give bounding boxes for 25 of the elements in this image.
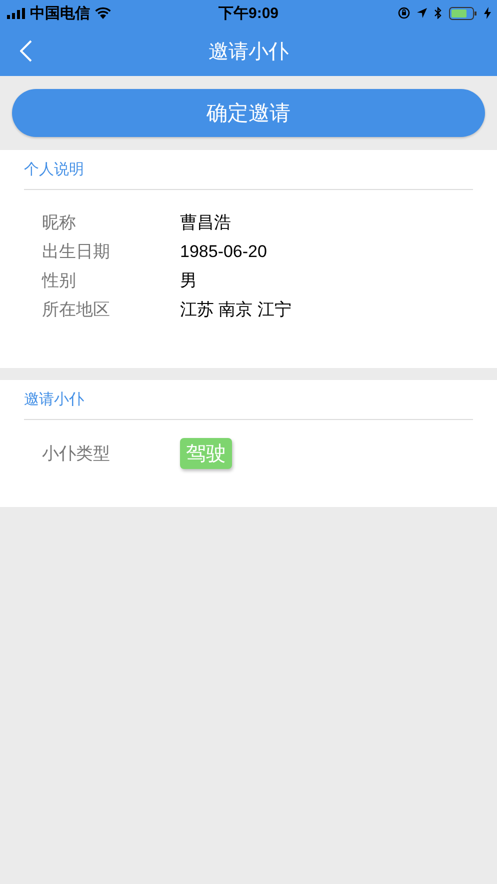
location-icon xyxy=(417,8,427,18)
field-value: 曹昌浩 xyxy=(180,212,231,234)
field-label: 小仆类型 xyxy=(42,443,111,465)
carrier-name: 中国电信 xyxy=(30,4,90,22)
bluetooth-icon xyxy=(434,7,442,19)
section-title: 个人说明 xyxy=(24,160,85,180)
page-title: 邀请小仆 xyxy=(208,40,288,64)
field-label: 昵称 xyxy=(42,212,77,234)
clock: 下午9:09 xyxy=(218,4,279,22)
signal-icon xyxy=(7,8,25,18)
field-value: 男 xyxy=(180,270,197,292)
field-label: 所在地区 xyxy=(42,299,111,321)
field-label: 出生日期 xyxy=(42,241,111,263)
battery-icon xyxy=(449,6,477,20)
rotation-lock-icon xyxy=(398,7,410,19)
confirm-button[interactable]: 确定邀请 xyxy=(12,89,485,137)
section-title: 邀请小仆 xyxy=(24,390,85,410)
wifi-icon xyxy=(95,7,111,19)
charging-icon xyxy=(484,7,491,19)
field-label: 性别 xyxy=(42,270,77,292)
field-value: 1985-06-20 xyxy=(180,242,267,262)
field-value: 江苏 南京 江宁 xyxy=(180,299,292,321)
back-button[interactable] xyxy=(20,40,32,62)
type-tag: 驾驶 xyxy=(180,438,232,469)
back-icon xyxy=(20,40,32,62)
